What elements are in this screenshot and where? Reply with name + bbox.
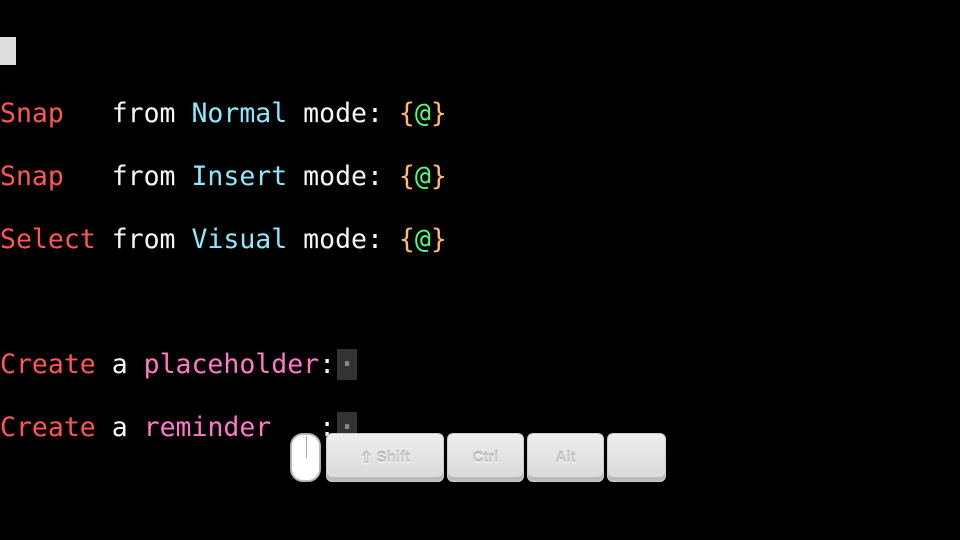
block-cursor xyxy=(0,37,16,65)
text-line: Snap from Insert mode: {@} xyxy=(0,161,960,193)
text-cursor-caret xyxy=(159,416,161,441)
alt-key-indicator: Alt xyxy=(527,433,604,482)
text-line: Snap from Normal mode: {@} xyxy=(0,98,960,130)
mouse-icon xyxy=(290,433,321,482)
shift-key-indicator: Shift xyxy=(326,433,444,482)
text-line: Select from Visual mode: {@} xyxy=(0,224,960,256)
super-key-indicator xyxy=(607,433,666,482)
text-line: Create a placeholder: xyxy=(0,349,960,381)
ctrl-key-indicator: Ctrl xyxy=(447,433,524,482)
screencast-key-overlay: Shift Ctrl Alt xyxy=(290,433,666,482)
